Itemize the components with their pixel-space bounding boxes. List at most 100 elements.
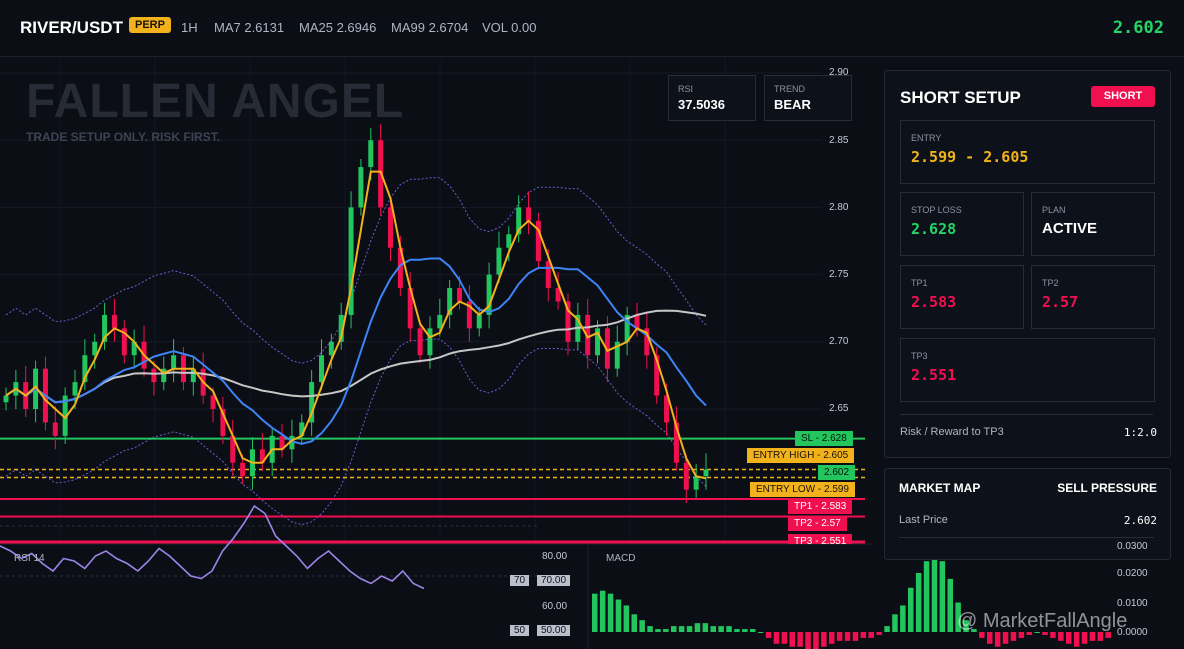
macd-bar: [1010, 632, 1017, 641]
market-map-divider: [899, 537, 1154, 538]
candle-body: [111, 314, 117, 329]
candle-body: [457, 288, 463, 302]
macd-bar: [742, 629, 748, 632]
macd-bar: [789, 632, 795, 647]
macd-bar: [829, 632, 835, 644]
macd-bar: [750, 629, 756, 632]
macd-bar: [813, 632, 819, 649]
tp3-value: 2.551: [911, 366, 957, 384]
symbol-label[interactable]: RIVER/USDT: [20, 18, 123, 38]
rsi-panel: [0, 504, 540, 590]
macd-bar: [1073, 632, 1080, 647]
market-map-title: MARKET MAP: [899, 481, 981, 495]
plan-card: PLAN ACTIVE: [1031, 192, 1155, 256]
macd-bar: [844, 632, 851, 641]
macd-bar: [757, 632, 764, 633]
macd-bar: [987, 632, 993, 644]
macd-tick: 0.0100: [1117, 598, 1148, 609]
macd-bar: [765, 632, 772, 638]
candle-body: [358, 167, 364, 208]
macd-bar: [599, 590, 606, 632]
rsi-tick-60: 60.00: [542, 601, 568, 612]
stop-loss-card: STOP LOSS 2.628: [900, 192, 1024, 256]
macd-tick: 0.0300: [1117, 541, 1148, 550]
macd-bar: [607, 593, 614, 632]
short-setup-panel: SHORT SETUP SHORT ENTRY 2.599 - 2.605 ST…: [884, 70, 1171, 458]
tp3-tag: TP3 - 2.551: [788, 534, 853, 544]
price-tick: 2.90: [829, 67, 849, 78]
candle-body: [683, 462, 689, 490]
ma25-readout: MA25 2.6946: [299, 20, 377, 35]
short-badge[interactable]: SHORT: [1091, 86, 1155, 107]
macd-bar: [592, 593, 598, 632]
volume-readout: VOL 0.00: [482, 20, 537, 35]
candle-body: [3, 395, 9, 403]
macd-bar: [655, 629, 661, 632]
panel-divider: [900, 414, 1153, 415]
candle-body: [151, 368, 157, 383]
price-tick: 2.85: [829, 135, 849, 146]
tp1-card: TP1 2.583: [900, 265, 1024, 329]
rsi-tick-70: 70.00: [537, 575, 571, 586]
macd-bar: [994, 632, 1001, 647]
macd-bar: [900, 605, 906, 632]
macd-bar: [678, 626, 685, 632]
trade-levels: [0, 437, 865, 544]
candle-body: [526, 207, 532, 221]
tp3-card: TP3 2.551: [900, 338, 1155, 402]
macd-bar: [639, 620, 645, 632]
last-price-tag: 2.602: [818, 465, 856, 480]
price-tick: 2.75: [829, 269, 849, 280]
macd-bar: [686, 626, 693, 632]
rsi-tick-50: 50.00: [537, 625, 571, 636]
macd-bar: [797, 632, 803, 647]
setup-title: SHORT SETUP: [900, 88, 1021, 107]
macd-panel: [592, 555, 1111, 649]
credit-watermark: @ MarketFallAngle: [957, 610, 1128, 632]
price-tick: 2.70: [829, 336, 849, 347]
rsi-box: RSI 37.5036: [668, 75, 756, 121]
macd-bar: [1097, 632, 1104, 641]
price-tick: 2.80: [829, 202, 849, 213]
macd-bar: [1066, 632, 1072, 644]
macd-bar: [702, 623, 709, 632]
bollinger-upper: [5, 177, 707, 364]
macd-bar: [734, 629, 740, 632]
candle-body: [476, 314, 482, 329]
macd-bar: [876, 632, 882, 635]
price-tick: 2.65: [829, 403, 849, 414]
watermark-subtitle: TRADE SETUP ONLY. RISK FIRST.: [26, 130, 221, 144]
plan-value: ACTIVE: [1042, 220, 1098, 237]
candle-body: [171, 355, 177, 369]
timeframe-selector[interactable]: 1H: [181, 20, 198, 35]
rsi-box-label: RSI: [678, 84, 694, 94]
perp-badge: PERP: [129, 17, 171, 33]
macd-bar: [923, 561, 930, 632]
macd-bar: [694, 623, 701, 632]
tp1-value: 2.583: [911, 293, 957, 311]
ma99-line: [5, 309, 707, 404]
macd-bar: [710, 626, 716, 632]
trend-box-value: BEAR: [774, 97, 811, 112]
macd-bar: [868, 632, 874, 638]
macd-bar: [623, 605, 630, 632]
market-map-last-label: Last Price: [899, 514, 948, 526]
macd-bar: [773, 632, 780, 644]
macd-bar: [908, 587, 914, 632]
macd-bar: [852, 632, 859, 641]
tp2-card: TP2 2.57: [1031, 265, 1155, 329]
candle-body: [693, 476, 699, 490]
macd-bar: [836, 632, 843, 641]
risk-reward-value: 1:2.0: [1123, 426, 1157, 439]
macd-bar: [631, 614, 637, 632]
macd-bar: [615, 599, 622, 632]
market-map-last-value: 2.602: [1123, 514, 1157, 527]
candle-body: [388, 207, 394, 248]
trend-box: TREND BEAR: [764, 75, 852, 121]
macd-bar: [931, 555, 938, 632]
macd-bar: [671, 626, 677, 632]
tp3-label: TP3: [911, 351, 928, 361]
candle-body: [328, 341, 334, 356]
entry-value: 2.599 - 2.605: [911, 148, 1029, 166]
last-price: 2.602: [1112, 18, 1164, 38]
